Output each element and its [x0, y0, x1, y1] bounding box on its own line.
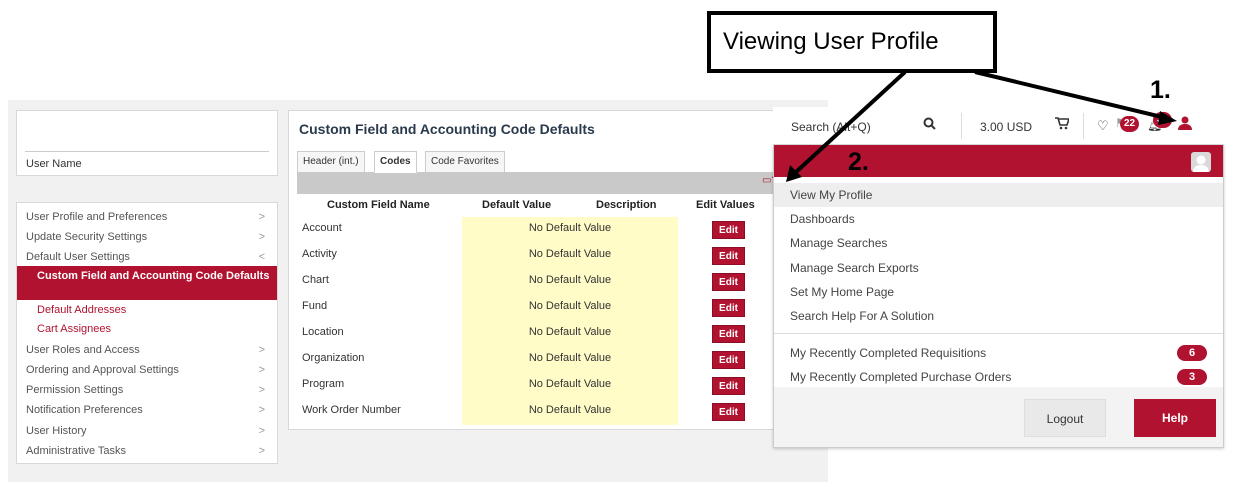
annotation-arrows	[786, 70, 1177, 182]
step-1-label: 1.	[1150, 76, 1171, 104]
step-2-label: 2.	[848, 148, 869, 176]
arrow-to-user-icon	[974, 70, 1167, 120]
tab-codes[interactable]: Codes	[374, 151, 417, 173]
arrowhead	[1158, 111, 1177, 125]
annotation-callout: Viewing User Profile	[707, 11, 997, 73]
callout-text: Viewing User Profile	[723, 28, 939, 55]
